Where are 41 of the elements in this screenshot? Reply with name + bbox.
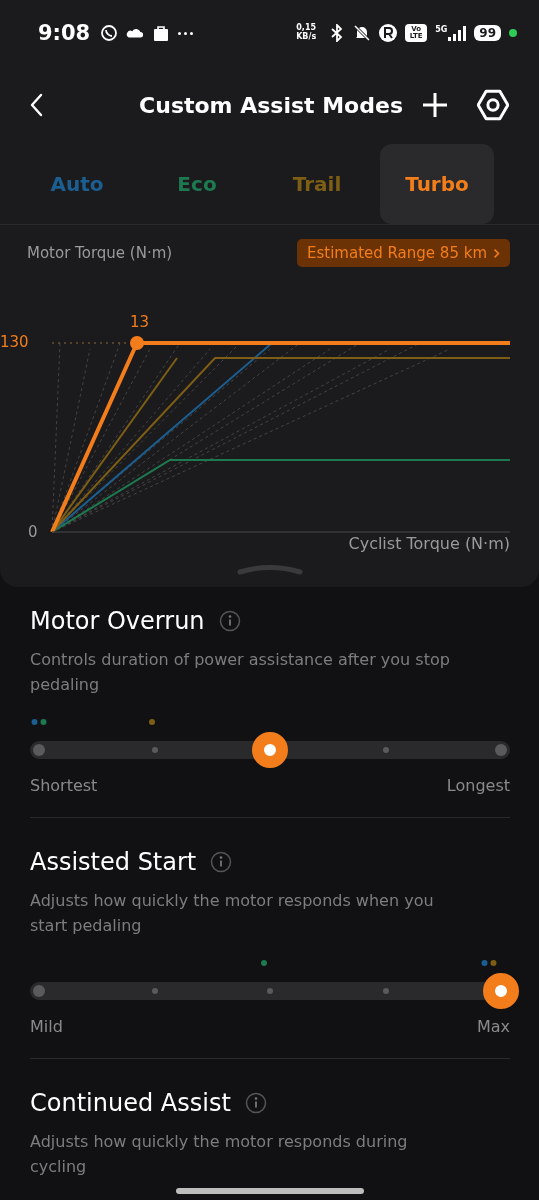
drag-handle-icon[interactable] [236,563,303,575]
clock-time: 9:08 [38,21,91,45]
setting-title: Assisted Start [30,848,197,876]
muted-bell-icon [353,24,372,42]
mode-tab[interactable]: Turbo [380,144,494,224]
setting-title: Motor Overrun [30,607,205,635]
info-icon[interactable] [210,851,233,873]
y-axis-tick: 130 [0,333,29,351]
screen-title: Custom Assist Modes [138,92,404,118]
slider-thumb[interactable] [483,973,519,1009]
info-icon[interactable] [244,1092,267,1114]
setting-title: Continued Assist [30,1089,231,1117]
y-axis-tick: 0 [28,523,38,541]
mode-tab[interactable]: Auto [20,144,134,224]
chat-icon [100,24,119,42]
battery-indicator: 99 [474,25,501,41]
x-axis-label: Cyclist Torque (N·m) [347,534,511,553]
point-value: 13 [130,313,150,331]
network-type: 5G [435,25,448,34]
signal-icon [448,25,467,41]
slider-max-label: Longest [446,776,510,795]
more-icon [178,31,194,35]
y-axis-label: Motor Torque (N·m) [27,244,173,262]
bag-icon [152,24,171,42]
chevron-icon [493,247,500,259]
setting-description: Adjusts how quickly the motor responds during cycling [30,1131,409,1178]
add-icon[interactable] [421,91,449,119]
setting-description: Controls duration of power assistance after you stop pedaling [30,649,450,696]
slider-min-label: Mild [30,1017,63,1036]
info-icon[interactable] [218,610,241,632]
slider-thumb[interactable] [252,732,288,768]
slider-max-label: Max [476,1017,510,1036]
network-speed: 0,15 KB/s [295,24,318,42]
slider-min-label: Shortest [30,776,98,795]
roaming-icon [379,24,398,42]
range-button[interactable]: Estimated Range 85 km [297,239,510,267]
mode-tab[interactable]: Eco [140,144,254,224]
privacy-dot [509,29,517,37]
mode-tab[interactable]: Trail [260,144,374,224]
setting-description: Adjusts how quickly the motor responds when you start pedaling [30,890,435,937]
settings-icon[interactable] [477,89,509,121]
